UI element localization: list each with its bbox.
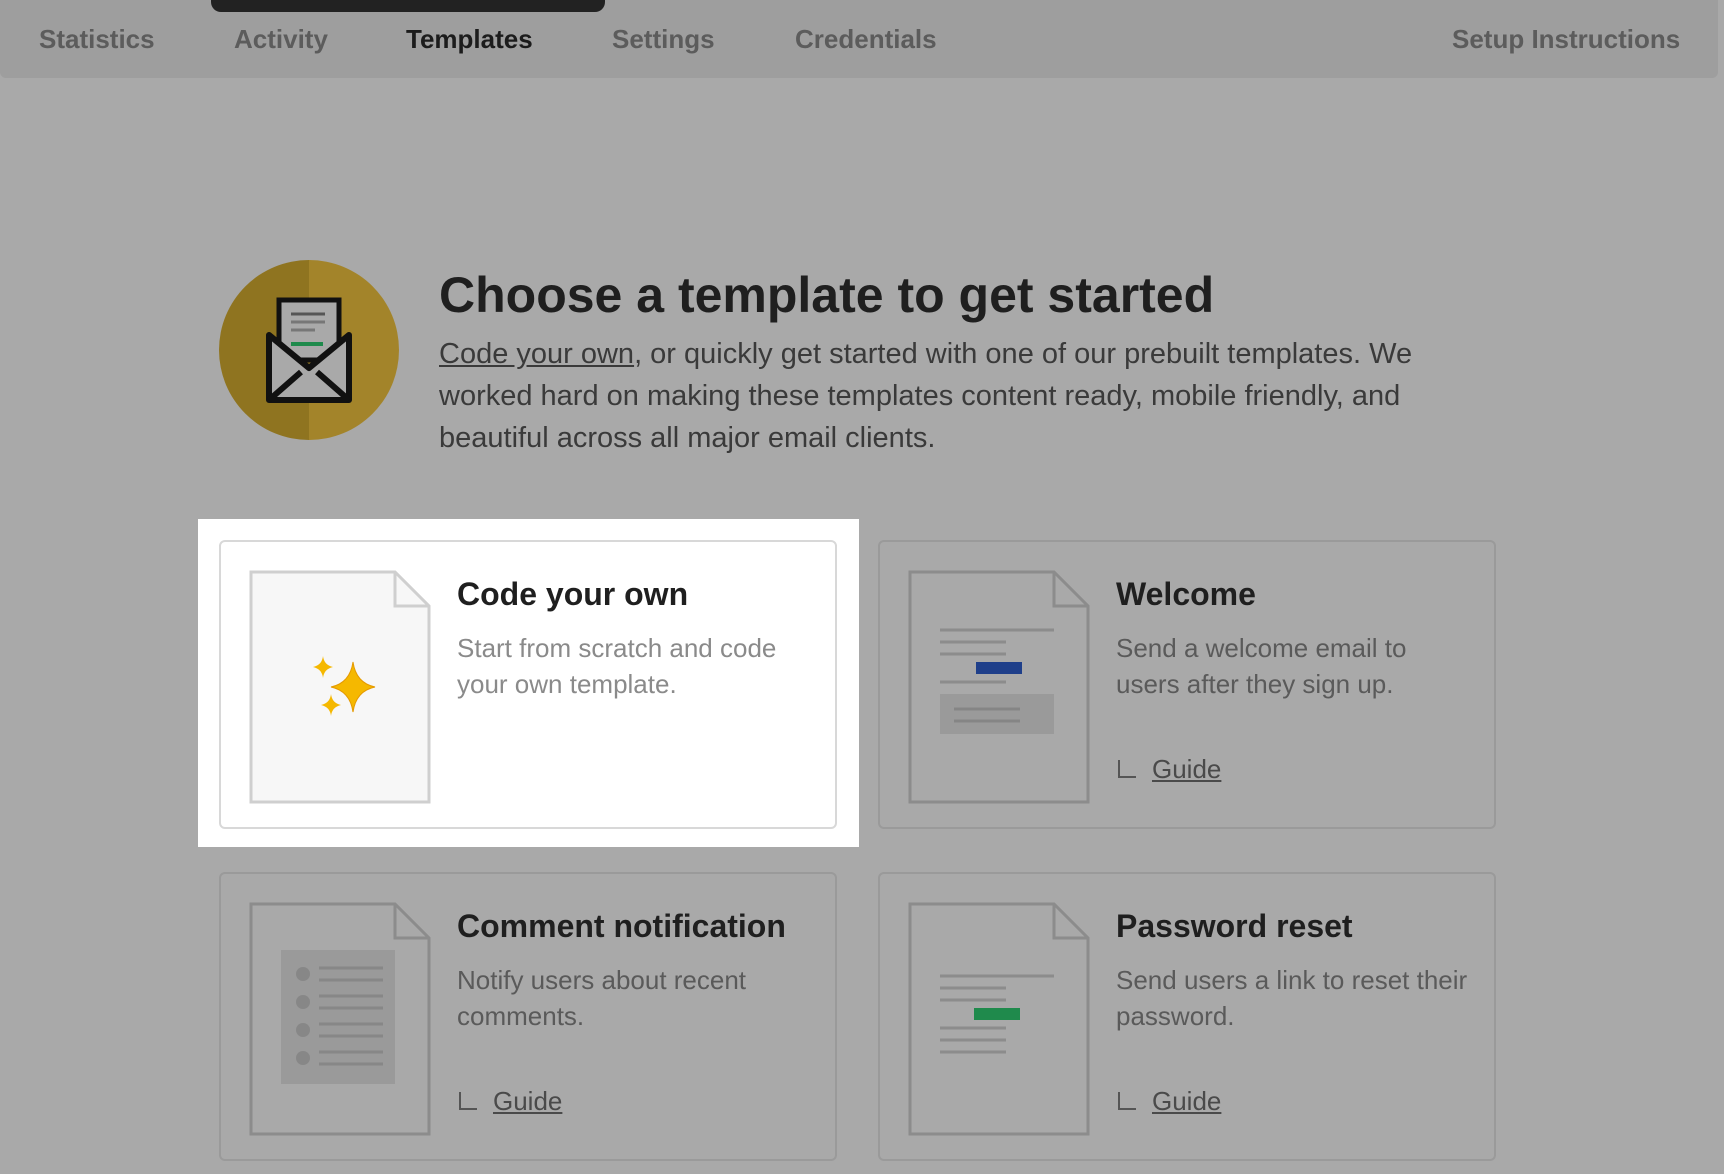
template-card-code-your-own[interactable]: Code your own Start from scratch and cod… xyxy=(219,540,837,829)
setup-instructions-link[interactable]: Setup Instructions xyxy=(1452,24,1680,55)
tab-settings[interactable]: Settings xyxy=(612,24,715,55)
guide-corner-icon xyxy=(1118,760,1136,778)
template-title: Password reset xyxy=(1116,908,1353,944)
tab-templates[interactable]: Templates xyxy=(406,24,533,55)
guide-link[interactable]: Guide xyxy=(1152,754,1221,785)
top-nav-bar: Statistics Activity Templates Settings C… xyxy=(0,0,1718,78)
comment-list-preview-icon xyxy=(249,902,431,1136)
template-card-welcome[interactable]: Welcome Send a welcome email to users af… xyxy=(878,540,1496,829)
guide-corner-icon xyxy=(459,1092,477,1110)
code-your-own-link[interactable]: Code your own xyxy=(439,338,634,370)
template-title: Comment notification xyxy=(457,908,786,944)
template-title: Welcome xyxy=(1116,576,1256,612)
tab-activity[interactable]: Activity xyxy=(234,24,328,55)
page-title: Choose a template to get started xyxy=(439,267,1215,323)
password-reset-preview-icon xyxy=(908,902,1090,1136)
guide-link[interactable]: Guide xyxy=(1152,1086,1221,1117)
tab-credentials[interactable]: Credentials xyxy=(795,24,937,55)
envelope-open-letter-icon xyxy=(219,260,399,440)
tab-statistics[interactable]: Statistics xyxy=(39,24,155,55)
sparkles-icon xyxy=(249,570,431,804)
active-tab-indicator xyxy=(211,0,605,12)
template-card-password-reset[interactable]: Password reset Send users a link to rese… xyxy=(878,872,1496,1161)
template-description: Notify users about recent comments. xyxy=(457,965,747,1031)
guide-corner-icon xyxy=(1118,1092,1136,1110)
page-description: Code your own, or quickly get started wi… xyxy=(439,333,1509,459)
template-description: Start from scratch and code your own tem… xyxy=(457,633,777,699)
welcome-email-preview-icon xyxy=(908,570,1090,804)
template-title: Code your own xyxy=(457,576,689,612)
template-description: Send users a link to reset their passwor… xyxy=(1116,965,1468,1031)
guide-link[interactable]: Guide xyxy=(493,1086,562,1117)
template-card-comment-notification[interactable]: Comment notification Notify users about … xyxy=(219,872,837,1161)
template-description: Send a welcome email to users after they… xyxy=(1116,633,1407,699)
